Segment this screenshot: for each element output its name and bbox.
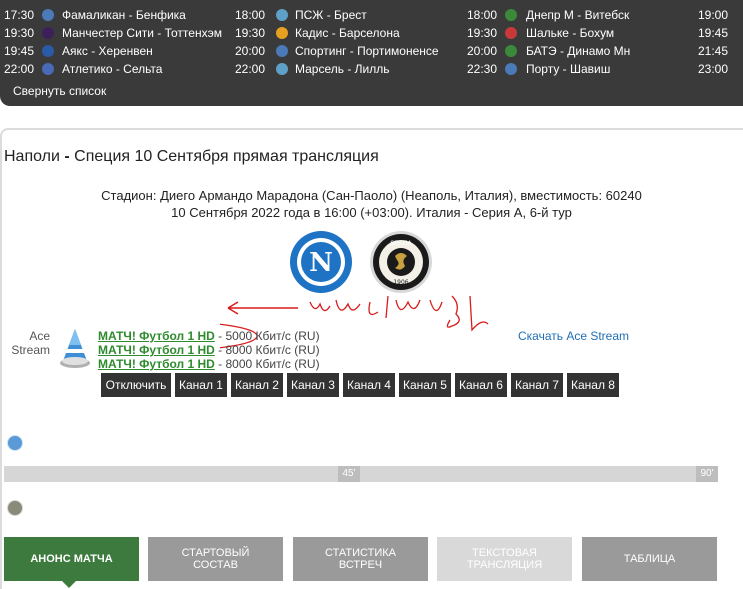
tab-head-to-head[interactable]: СТАТИСТИКА ВСТРЕЧ xyxy=(293,537,428,581)
tab-starting-lineup[interactable]: СТАРТОВЫЙ СОСТАВ xyxy=(148,537,283,581)
schedule-row: 19:30 Манчестер Сити - Тоттенхэм 19:30 К… xyxy=(0,24,743,42)
away-team-marker-icon xyxy=(7,500,23,516)
channel-1-button[interactable]: Канал 1 xyxy=(175,373,227,397)
match-link[interactable]: ПСЖ - Брест xyxy=(295,6,367,24)
match-time: 19:30 xyxy=(4,26,35,40)
channel-8-button[interactable]: Канал 8 xyxy=(567,373,619,397)
ace-stream-label: Ace Stream xyxy=(8,329,50,357)
portugal-league-icon xyxy=(42,9,54,21)
match-time: 19:30 xyxy=(467,26,498,40)
portugal-league-icon xyxy=(276,45,288,57)
schedule-row: 22:00 Атлетико - Сельта 22:00 Марсель - … xyxy=(0,60,743,78)
match-datetime: 10 Сентября 2022 года в 16:00 (+03:00). … xyxy=(171,205,572,220)
belarus-league-icon xyxy=(505,45,517,57)
stream-bitrate: - 8000 Кбит/с (RU) xyxy=(214,343,320,357)
tab-label: СТАРТОВЫЙ xyxy=(181,547,250,559)
channel-5-button[interactable]: Канал 5 xyxy=(399,373,451,397)
match-link[interactable]: Манчестер Сити - Тоттенхэм xyxy=(62,24,222,42)
spezia-logo: SPEZIA 1906 xyxy=(370,231,432,293)
match-time: 19:30 xyxy=(235,26,266,40)
match-time: 22:00 xyxy=(4,62,35,76)
stream-item: МАТЧ! Футбол 1 HD - 8000 Кбит/с (RU) xyxy=(98,357,320,371)
napoli-logo: N xyxy=(290,231,352,293)
match-link[interactable]: БАТЭ - Динамо Мн xyxy=(526,42,630,60)
page-title: Наполи - Специя 10 Сентября прямая транс… xyxy=(4,148,379,166)
tab-label: АНОНС МАТЧА xyxy=(30,553,113,565)
schedule-row: 17:30 Фамаликан - Бенфика 18:00 ПСЖ - Бр… xyxy=(0,6,743,24)
match-time: 17:30 xyxy=(4,8,35,22)
tab-label: ТРАНСЛЯЦИЯ xyxy=(466,559,543,571)
stadium-info: Стадион: Диего Армандо Марадона (Сан-Пао… xyxy=(101,188,642,203)
match-schedule-panel: 17:30 Фамаликан - Бенфика 18:00 ПСЖ - Бр… xyxy=(0,0,743,106)
tab-match-preview[interactable]: АНОНС МАТЧА xyxy=(4,537,139,581)
tab-label: СТАТИСТИКА xyxy=(325,547,396,559)
download-ace-stream-link[interactable]: Скачать Ace Stream xyxy=(518,329,629,343)
stream-item: МАТЧ! Футбол 1 HD - 8000 Кбит/с (RU) xyxy=(98,343,320,357)
match-time: 20:00 xyxy=(467,44,498,58)
match-link[interactable]: Кадис - Барселона xyxy=(295,24,400,42)
match-time: 22:00 xyxy=(235,62,266,76)
match-time: 23:00 xyxy=(698,62,729,76)
match-time: 18:00 xyxy=(467,8,498,22)
collapse-list-link[interactable]: Свернуть список xyxy=(13,84,106,98)
tab-label: ТЕКСТОВАЯ xyxy=(472,547,537,559)
match-link[interactable]: Атлетико - Сельта xyxy=(62,60,162,78)
disable-button[interactable]: Отключить xyxy=(101,373,171,397)
spain-league-icon xyxy=(276,27,288,39)
match-time: 22:30 xyxy=(467,62,498,76)
stream-bitrate: - 5000 Кбит/с (RU) xyxy=(214,329,320,343)
tab-standings[interactable]: ТАБЛИЦА xyxy=(582,537,717,581)
portugal-league-icon xyxy=(505,63,517,75)
channel-6-button[interactable]: Канал 6 xyxy=(455,373,507,397)
match-time: 21:45 xyxy=(698,44,729,58)
channel-3-button[interactable]: Канал 3 xyxy=(287,373,339,397)
tab-label: ВСТРЕЧ xyxy=(338,559,383,571)
belarus-league-icon xyxy=(505,9,517,21)
ace-label-line: Ace xyxy=(29,329,50,343)
stream-bitrate: - 8000 Кбит/с (RU) xyxy=(214,357,320,371)
stream-link[interactable]: МАТЧ! Футбол 1 HD xyxy=(98,329,215,343)
match-link[interactable]: Шальке - Бохум xyxy=(526,24,614,42)
match-time: 19:45 xyxy=(698,26,729,40)
match-time: 18:00 xyxy=(235,8,266,22)
match-link[interactable]: Аякс - Херенвен xyxy=(62,42,153,60)
home-team-name: Наполи xyxy=(4,148,60,165)
stream-link[interactable]: МАТЧ! Футбол 1 HD xyxy=(98,343,215,357)
match-time: 19:00 xyxy=(698,8,729,22)
match-link[interactable]: Порту - Шавиш xyxy=(526,60,610,78)
match-link[interactable]: Фамаликан - Бенфика xyxy=(62,6,186,24)
timeline-mark-45: 45' xyxy=(338,466,360,482)
match-link[interactable]: Спортинг - Портимоненсе xyxy=(295,42,439,60)
ace-stream-icon xyxy=(60,329,90,368)
stream-item: МАТЧ! Футбол 1 HD - 5000 Кбит/с (RU) xyxy=(98,329,320,343)
stream-link[interactable]: МАТЧ! Футбол 1 HD xyxy=(98,357,215,371)
france-league-icon xyxy=(276,9,288,21)
schedule-row: 19:45 Аякс - Херенвен 20:00 Спортинг - П… xyxy=(0,42,743,60)
match-timeline: 45' 90' xyxy=(4,466,718,482)
timeline-mark-90: 90' xyxy=(696,466,718,482)
tab-text-broadcast[interactable]: ТЕКСТОВАЯ ТРАНСЛЯЦИЯ xyxy=(437,537,572,581)
match-time: 19:45 xyxy=(4,44,35,58)
match-link[interactable]: Марсель - Лилль xyxy=(295,60,390,78)
netherlands-league-icon xyxy=(42,45,54,57)
title-separator: - xyxy=(59,148,75,165)
england-league-icon xyxy=(42,27,54,39)
ace-label-line: Stream xyxy=(11,343,50,357)
match-link[interactable]: Днепр М - Витебск xyxy=(526,6,629,24)
title-rest: Специя 10 Сентября прямая трансляция xyxy=(74,148,379,165)
tab-label: СОСТАВ xyxy=(193,559,238,571)
germany-league-icon xyxy=(505,27,517,39)
spezia-logo-year: 1906 xyxy=(393,279,408,286)
match-time: 20:00 xyxy=(235,44,266,58)
napoli-logo-letter: N xyxy=(309,248,333,278)
spain-league-icon xyxy=(42,63,54,75)
channel-2-button[interactable]: Канал 2 xyxy=(231,373,283,397)
spezia-logo-text: SPEZIA xyxy=(390,240,412,247)
home-team-marker-icon xyxy=(7,435,23,451)
france-league-icon xyxy=(276,63,288,75)
channel-4-button[interactable]: Канал 4 xyxy=(343,373,395,397)
tab-label: ТАБЛИЦА xyxy=(623,553,676,565)
channel-7-button[interactable]: Канал 7 xyxy=(511,373,563,397)
